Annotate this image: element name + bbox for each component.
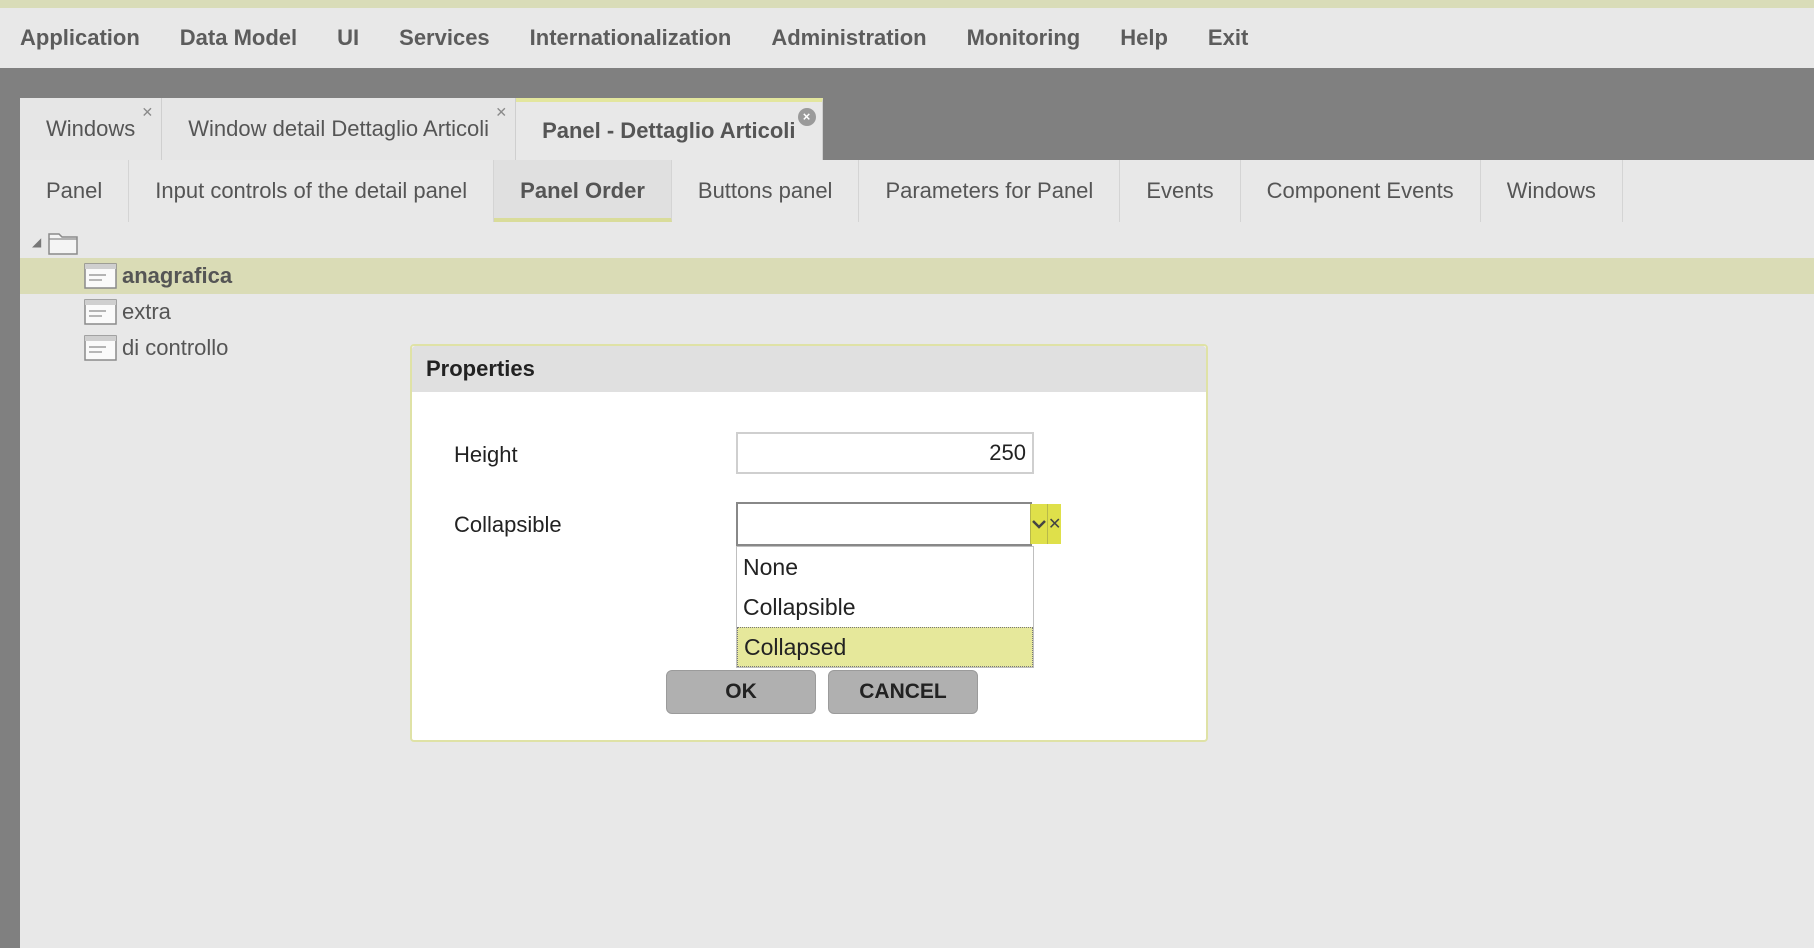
tab-label: Window detail Dettaglio Articoli xyxy=(188,116,490,141)
close-icon: ✕ xyxy=(1048,516,1062,533)
tab-panel[interactable]: Panel xyxy=(20,160,130,222)
height-label: Height xyxy=(454,442,518,467)
menu-services[interactable]: Services xyxy=(399,25,490,51)
option-collapsible[interactable]: Collapsible xyxy=(737,587,1033,627)
tab-buttons-panel[interactable]: Buttons panel xyxy=(672,160,860,222)
tab-label: Windows xyxy=(46,116,136,141)
sub-tabs: Panel Input controls of the detail panel… xyxy=(20,160,1623,222)
tab-windows[interactable]: Windows ✕ xyxy=(20,98,163,160)
ok-button[interactable]: OK xyxy=(666,670,816,714)
dropdown-toggle-button[interactable] xyxy=(1030,504,1047,544)
chevron-down-icon xyxy=(1032,520,1046,529)
collapsible-field[interactable] xyxy=(738,504,1030,544)
menu-internationalization[interactable]: Internationalization xyxy=(530,25,732,51)
tree-item-label: extra xyxy=(122,299,171,324)
menu-help[interactable]: Help xyxy=(1120,25,1168,51)
tab-input-controls[interactable]: Input controls of the detail panel xyxy=(129,160,495,222)
panel-icon xyxy=(84,299,117,325)
menu-monitoring[interactable]: Monitoring xyxy=(967,25,1081,51)
menu-administration[interactable]: Administration xyxy=(771,25,926,51)
option-collapsed[interactable]: Collapsed xyxy=(737,627,1033,667)
tree-item-label: anagrafica xyxy=(122,263,233,288)
option-none[interactable]: None xyxy=(737,547,1033,587)
collapsible-options-list: None Collapsible Collapsed xyxy=(736,546,1034,668)
tree-item-label: di controllo xyxy=(122,335,229,360)
tab-component-events[interactable]: Component Events xyxy=(1241,160,1481,222)
tab-window-detail[interactable]: Window detail Dettaglio Articoli ✕ xyxy=(162,98,517,160)
menu-data-model[interactable]: Data Model xyxy=(180,25,297,51)
panel-icon xyxy=(84,263,117,289)
properties-dialog: Properties Height Collapsible ✕ None Col… xyxy=(410,344,1208,742)
tab-label: Panel - Dettaglio Articoli xyxy=(542,118,796,143)
tab-windows-sub[interactable]: Windows xyxy=(1481,160,1623,222)
document-tabs: Windows ✕ Window detail Dettaglio Artico… xyxy=(20,98,823,160)
tab-parameters[interactable]: Parameters for Panel xyxy=(859,160,1121,222)
menu-exit[interactable]: Exit xyxy=(1208,25,1248,51)
collapsible-label: Collapsible xyxy=(454,512,562,537)
menu-application[interactable]: Application xyxy=(20,25,140,51)
tab-panel-detail[interactable]: Panel - Dettaglio Articoli × xyxy=(516,98,823,160)
height-input[interactable] xyxy=(736,432,1034,474)
clear-button[interactable]: ✕ xyxy=(1047,504,1062,544)
menu-ui[interactable]: UI xyxy=(337,25,359,51)
dialog-title: Properties xyxy=(412,346,1206,392)
collapsible-combobox[interactable]: ✕ xyxy=(736,502,1062,546)
tree-item-extra[interactable]: extra xyxy=(20,294,1814,330)
expand-triangle-icon[interactable]: ◢ xyxy=(32,235,41,249)
close-circle-icon[interactable]: × xyxy=(797,108,816,126)
close-icon[interactable]: ✕ xyxy=(495,104,507,121)
top-accent-stripe xyxy=(0,0,1814,8)
close-icon[interactable]: ✕ xyxy=(142,104,154,121)
panel-icon xyxy=(84,335,117,361)
folder-icon xyxy=(48,233,78,255)
tab-panel-order[interactable]: Panel Order xyxy=(494,160,672,222)
tree-item-anagrafica[interactable]: anagrafica xyxy=(20,258,1814,294)
cancel-button[interactable]: CANCEL xyxy=(828,670,978,714)
tree-root[interactable]: ◢ xyxy=(32,228,79,256)
tab-events[interactable]: Events xyxy=(1120,160,1241,222)
main-menubar: Application Data Model UI Services Inter… xyxy=(0,8,1814,68)
